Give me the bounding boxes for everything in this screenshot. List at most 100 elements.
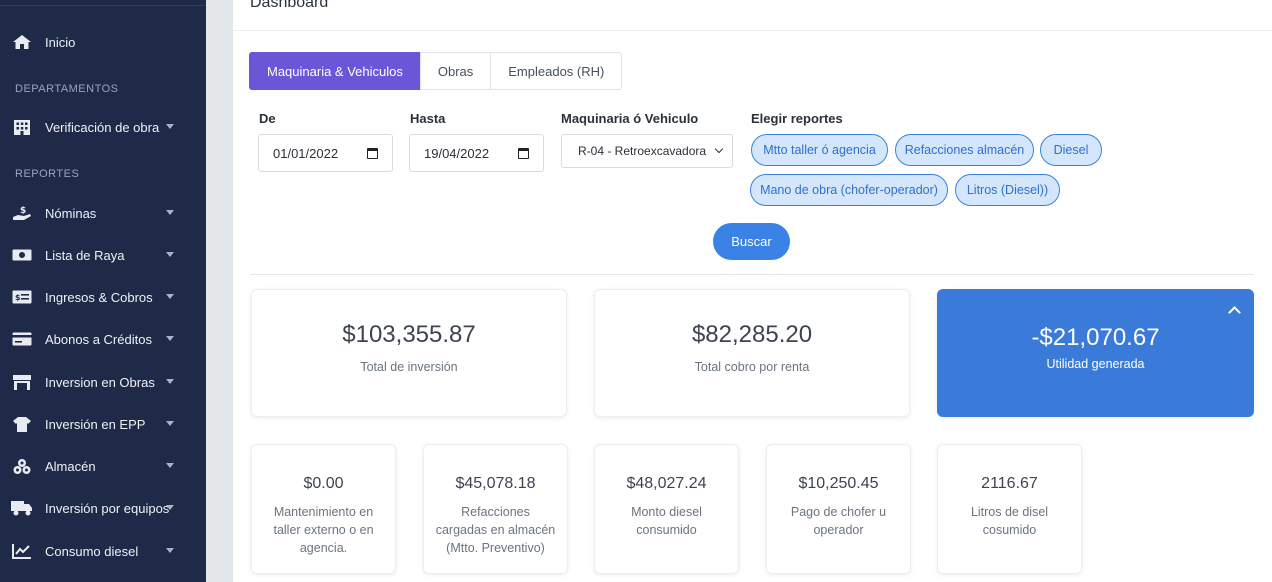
sidebar-item-inversion-obras[interactable]: Inversion en Obras	[0, 365, 206, 399]
summary-caption: Utilidad generada	[1046, 357, 1145, 371]
sidebar-item-label: Inversión en EPP	[45, 416, 146, 432]
de-date-input[interactable]: 01/01/2022	[258, 134, 393, 172]
building-icon	[11, 118, 33, 136]
calendar-icon[interactable]	[518, 148, 529, 159]
money-bill-icon	[11, 246, 33, 264]
detail-value: 2116.67	[981, 475, 1038, 492]
sidebar-item-label: Abonos a Créditos	[45, 331, 152, 347]
summary-card-cobro-renta: $82,285.20 Total cobro por renta	[594, 289, 910, 417]
chart-line-icon	[11, 542, 33, 560]
sidebar-item-verificacion[interactable]: Verificación de obra	[0, 110, 206, 144]
summary-card-inversion: $103,355.87 Total de inversión	[251, 289, 567, 417]
sidebar-item-lista-de-raya[interactable]: Lista de Raya	[0, 238, 206, 272]
detail-caption: Mantenimiento en taller externo o en age…	[273, 505, 374, 555]
detail-value: $0.00	[303, 475, 344, 492]
chevron-down-icon	[166, 124, 174, 129]
content-gutter	[206, 0, 233, 582]
boxes-icon	[11, 457, 33, 475]
sidebar-item-label: Verificación de obra	[45, 119, 160, 135]
sidebar-item-label: Ingresos & Cobros	[45, 289, 153, 305]
chevron-up-icon[interactable]	[1228, 306, 1241, 319]
tab-obras[interactable]: Obras	[419, 52, 492, 90]
summary-caption: Total cobro por renta	[694, 360, 810, 374]
tshirt-icon	[11, 415, 33, 433]
section-divider	[250, 274, 1254, 275]
sidebar-item-abonos-creditos[interactable]: Abonos a Créditos	[0, 322, 206, 356]
credit-card-icon	[11, 330, 33, 348]
maquinaria-label: Maquinaria ó Vehiculo	[561, 111, 699, 126]
sidebar-item-label: Inicio	[45, 34, 76, 50]
summary-value: $82,285.20	[691, 321, 813, 348]
sidebar-item-almacen[interactable]: Almacén	[0, 449, 206, 483]
detail-card-litros-diesel: 2116.67 Litros de disel cosumido	[937, 444, 1082, 574]
sidebar-item-label: Almacén	[45, 458, 96, 474]
detail-value: $10,250.45	[798, 475, 879, 492]
hasta-label: Hasta	[410, 111, 446, 126]
sidebar-item-inicio[interactable]: Inicio	[0, 25, 206, 59]
detail-caption: Monto diesel consumido	[631, 505, 702, 537]
chevron-down-icon	[166, 252, 174, 257]
report-pill-mtto-taller[interactable]: Mtto taller ó agencia	[751, 134, 888, 166]
tab-maquinaria-vehiculos[interactable]: Maquinaria & Vehiculos	[249, 52, 421, 90]
svg-text:$: $	[15, 293, 21, 302]
chevron-down-icon	[166, 210, 174, 215]
store-icon	[11, 373, 33, 391]
summary-card-utilidad: -$21,070.67 Utilidad generada	[937, 289, 1254, 417]
sidebar-item-inversion-equipos[interactable]: Inversión por equipos	[0, 491, 206, 525]
hasta-date-input[interactable]: 19/04/2022	[409, 134, 544, 172]
de-date-value: 01/01/2022	[273, 145, 339, 161]
chevron-down-icon	[166, 421, 174, 426]
chevron-down-icon	[166, 294, 174, 299]
chevron-down-icon	[166, 548, 174, 553]
sidebar-item-nominas[interactable]: $ Nóminas	[0, 196, 206, 230]
detail-card-mantenimiento: $0.00 Mantenimiento en taller externo o …	[251, 444, 396, 574]
main-content: Dashboard Maquinaria & Vehiculos Obras E…	[233, 0, 1272, 582]
maquinaria-selected-value: R-04 - Retroexcavadora	[578, 144, 707, 158]
maquinaria-select[interactable]: R-04 - Retroexcavadora	[561, 134, 733, 168]
chevron-down-icon	[714, 144, 724, 154]
detail-value: $45,078.18	[455, 475, 536, 492]
sidebar-item-ingresos-cobros[interactable]: $ Ingresos & Cobros	[0, 280, 206, 314]
elegir-reportes-label: Elegir reportes	[751, 111, 843, 126]
report-pill-mano-de-obra[interactable]: Mano de obra (chofer-operador)	[750, 174, 948, 206]
section-header-reportes: REPORTES	[15, 168, 80, 180]
summary-value: -$21,070.67	[1031, 324, 1160, 351]
money-check-icon: $	[11, 288, 33, 306]
hasta-date-value: 19/04/2022	[424, 145, 490, 161]
section-header-departamentos: DEPARTAMENTOS	[15, 83, 119, 95]
calendar-icon[interactable]	[367, 148, 378, 159]
report-pill-refacciones[interactable]: Refacciones almacén	[895, 134, 1034, 166]
summary-value: $103,355.87	[342, 321, 476, 348]
report-pill-diesel[interactable]: Diesel	[1040, 134, 1102, 166]
chevron-down-icon	[166, 463, 174, 468]
detail-card-pago-chofer: $10,250.45 Pago de chofer u operador	[766, 444, 911, 574]
chevron-down-icon	[166, 505, 174, 510]
report-tabs: Maquinaria & Vehiculos Obras Empleados (…	[249, 52, 623, 90]
detail-caption: Litros de disel cosumido	[970, 505, 1049, 537]
sidebar: Inicio DEPARTAMENTOS Verificación de obr…	[0, 0, 206, 582]
report-pill-litros-diesel[interactable]: Litros (Diesel))	[955, 174, 1060, 206]
detail-card-monto-diesel: $48,027.24 Monto diesel consumido	[594, 444, 739, 574]
summary-caption: Total de inversión	[360, 360, 458, 374]
svg-text:$: $	[20, 206, 26, 216]
sidebar-item-label: Consumo diesel	[45, 543, 139, 559]
truck-icon	[11, 499, 33, 517]
title-divider	[233, 30, 1272, 31]
sidebar-item-label: Inversión por equipos	[45, 500, 170, 516]
tab-empleados-rh[interactable]: Empleados (RH)	[490, 52, 623, 90]
de-label: De	[259, 111, 276, 126]
sidebar-item-label: Nóminas	[45, 205, 97, 221]
hand-money-icon: $	[11, 204, 33, 222]
sidebar-item-consumo-diesel[interactable]: Consumo diesel	[0, 534, 206, 568]
detail-caption: Pago de chofer u operador	[790, 505, 887, 537]
search-button[interactable]: Buscar	[713, 223, 790, 260]
sidebar-item-label: Inversion en Obras	[45, 374, 155, 390]
sidebar-item-label: Lista de Raya	[45, 247, 125, 263]
sidebar-divider	[0, 5, 206, 6]
chevron-down-icon	[166, 379, 174, 384]
home-icon	[11, 33, 33, 51]
sidebar-item-inversion-epp[interactable]: Inversión en EPP	[0, 407, 206, 441]
page-title: Dashboard	[250, 0, 329, 11]
detail-card-refacciones: $45,078.18 Refacciones cargadas en almac…	[423, 444, 568, 574]
detail-value: $48,027.24	[626, 475, 707, 492]
